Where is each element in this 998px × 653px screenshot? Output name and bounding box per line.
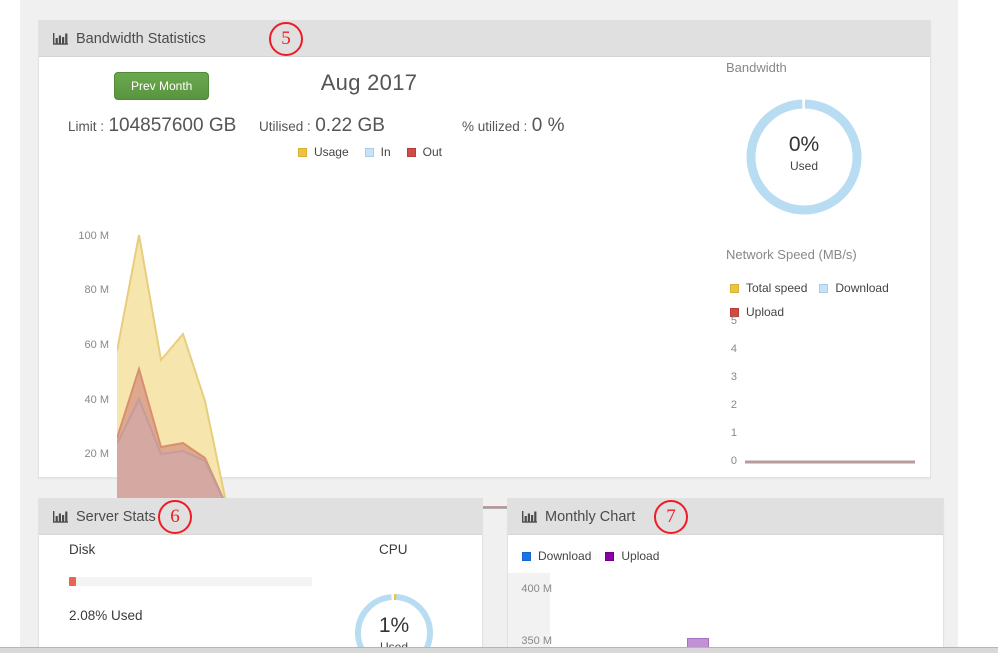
bandwidth-panel-header: Bandwidth Statistics 5 xyxy=(39,21,930,57)
y-tick-label: 1 xyxy=(730,427,737,439)
y-tick-label: 4 xyxy=(730,343,737,355)
network-speed-plot xyxy=(745,460,915,464)
y-tick-label: 2 xyxy=(730,399,737,411)
percent-utilized-stat: % utilized : 0 % xyxy=(462,115,564,137)
bandwidth-donut-center: 0% Used xyxy=(742,133,866,173)
bottom-scrollbar[interactable] xyxy=(0,647,998,653)
step-marker-5: 5 xyxy=(269,22,303,56)
utilised-value: 0.22 GB xyxy=(315,115,385,136)
step-marker-6: 6 xyxy=(158,500,192,534)
bandwidth-statistics-panel: Bandwidth Statistics 5 Prev Month Aug 20… xyxy=(38,20,931,526)
legend-label-in: In xyxy=(380,145,391,159)
network-speed-label: Network Speed (MB/s) xyxy=(726,247,857,262)
legend-item-usage[interactable]: Usage xyxy=(295,145,349,159)
network-speed-chart: 5 4 3 2 1 0 xyxy=(719,315,929,475)
y-tick-label: 400 M xyxy=(521,583,552,595)
legend-item-out[interactable]: Out xyxy=(404,145,443,159)
y-tick-label: 5 xyxy=(730,315,737,327)
cpu-donut-percent: 1% xyxy=(378,614,410,637)
y-tick-label: 100 M xyxy=(78,230,109,242)
limit-stat: Limit : 104857600 GB xyxy=(68,115,236,137)
legend-item-total-speed[interactable]: Total speed xyxy=(728,281,807,295)
disk-usage-bar xyxy=(69,577,312,586)
bandwidth-donut-percent: 0% xyxy=(788,133,820,156)
y-tick-label: 60 M xyxy=(84,339,109,351)
limit-label: Limit : xyxy=(68,119,105,134)
panel-title: Server Stats xyxy=(76,508,156,525)
cpu-label: CPU xyxy=(379,542,408,557)
bandwidth-donut-sub: Used xyxy=(789,159,818,173)
bandwidth-side-label: Bandwidth xyxy=(726,60,787,75)
bandwidth-donut-chart: 0% Used xyxy=(742,95,866,219)
bar-chart-icon xyxy=(522,510,537,523)
legend-item-in[interactable]: In xyxy=(362,145,391,159)
legend-swatch-total-speed xyxy=(728,281,741,295)
bar-chart-icon xyxy=(53,32,68,45)
legend-label-out: Out xyxy=(422,145,443,159)
legend-swatch-out xyxy=(404,145,418,159)
legend-label-usage: Usage xyxy=(313,145,349,159)
y-tick-label: 350 M xyxy=(521,635,552,647)
disk-usage-bar-fill xyxy=(69,577,77,586)
legend-label-download: Download xyxy=(835,281,889,295)
server-stats-panel-body: Disk CPU 2.08% Used 1% Used xyxy=(39,535,482,653)
disk-label: Disk xyxy=(69,542,96,557)
y-tick-label: 0 xyxy=(730,455,737,467)
bandwidth-area-plot xyxy=(117,234,732,509)
bandwidth-area-chart: 100 M 80 M 60 M 40 M 20 M 0 M xyxy=(39,161,739,526)
monthly-chart-panel: Monthly Chart 7 Download Upload 400 M 35… xyxy=(507,498,944,650)
bar-chart-icon xyxy=(53,510,68,523)
percent-utilized-value: 0 % xyxy=(531,115,565,136)
bandwidth-panel-body: Prev Month Aug 2017 Limit : 104857600 GB… xyxy=(39,57,930,526)
month-title: Aug 2017 xyxy=(320,70,418,95)
cpu-donut-chart: 1% Used xyxy=(353,592,435,653)
legend-swatch-in xyxy=(362,145,376,159)
server-stats-panel-header: Server Stats 6 xyxy=(39,499,482,535)
legend-label-total-speed: Total speed xyxy=(746,281,808,295)
panel-title: Bandwidth Statistics xyxy=(76,30,206,47)
y-tick-label: 40 M xyxy=(84,394,109,406)
y-tick-label: 3 xyxy=(730,371,737,383)
legend-swatch-usage xyxy=(295,145,309,159)
step-marker-7: 7 xyxy=(654,500,688,534)
monthly-chart-panel-body: Download Upload 400 M 350 M xyxy=(508,535,943,649)
panel-title: Monthly Chart xyxy=(545,508,636,525)
dashboard-page: Bandwidth Statistics 5 Prev Month Aug 20… xyxy=(0,0,998,653)
percent-utilized-label: % utilized : xyxy=(462,119,528,134)
monthly-chart-panel-header: Monthly Chart 7 xyxy=(508,499,943,535)
utilised-label: Utilised : xyxy=(259,119,311,134)
bandwidth-chart-legend: Usage In Out xyxy=(39,145,699,159)
disk-used-text: 2.08% Used xyxy=(69,608,143,623)
y-tick-label: 20 M xyxy=(84,448,109,460)
legend-swatch-download xyxy=(817,281,831,295)
utilised-stat: Utilised : 0.22 GB xyxy=(259,115,385,137)
limit-value: 104857600 GB xyxy=(108,115,237,136)
legend-item-download[interactable]: Download xyxy=(817,281,889,295)
server-stats-panel: Server Stats 6 Disk CPU 2.08% Used 1% Us… xyxy=(38,498,483,653)
y-tick-label: 80 M xyxy=(84,284,109,296)
network-speed-legend: Total speed Download Upload xyxy=(728,281,938,319)
monthly-bar-chart: 400 M 350 M xyxy=(508,535,943,649)
